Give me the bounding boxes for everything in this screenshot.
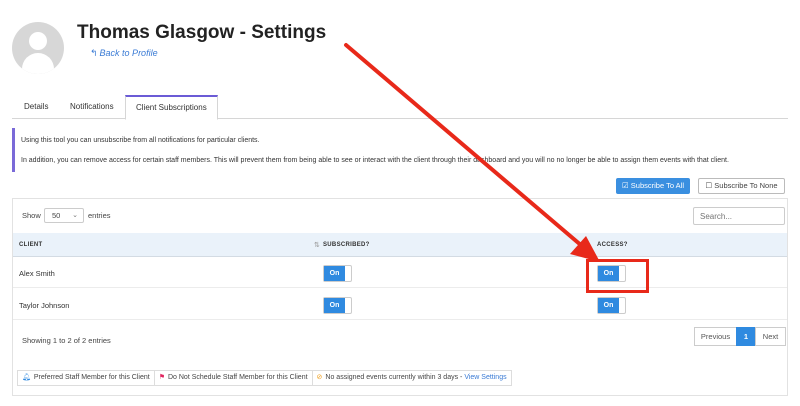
page-title: Thomas Glasgow - Settings [77, 22, 327, 43]
subscribe-to-all-button[interactable]: ☑ Subscribe To All [616, 178, 690, 194]
legend-do-not-schedule: ⚑ Do Not Schedule Staff Member for this C… [155, 371, 313, 385]
previous-page-button[interactable]: Previous [694, 327, 737, 346]
table-row: Alex Smith On On [13, 258, 787, 288]
table-row: Taylor Johnson On On [13, 290, 787, 320]
legend-no-events-label: No assigned events currently within 3 da… [325, 374, 465, 381]
avatar [12, 22, 64, 74]
client-name: Taylor Johnson [19, 301, 70, 310]
back-arrow-icon: ↰ [90, 48, 98, 58]
client-name: Alex Smith [19, 269, 55, 278]
column-client[interactable]: CLIENT [19, 242, 42, 248]
annotation-highlight-box [586, 259, 649, 293]
subscribe-to-all-label: Subscribe To All [630, 181, 685, 190]
entries-label: entries [88, 211, 111, 220]
tab-bar: Details Notifications Client Subscriptio… [12, 95, 788, 120]
subscribed-toggle[interactable]: On [323, 297, 352, 314]
page-1-button[interactable]: 1 [736, 327, 756, 346]
tab-client-subscriptions[interactable]: Client Subscriptions [125, 95, 218, 120]
back-to-profile-link[interactable]: ↰ Back to Profile [90, 48, 158, 59]
tab-details[interactable]: Details [24, 95, 48, 119]
subscribed-toggle[interactable]: On [323, 265, 352, 282]
next-page-button[interactable]: Next [755, 327, 786, 346]
bell-icon: 🔔︎ [22, 374, 31, 381]
legend-preferred: 🔔︎ Preferred Staff Member for this Client [18, 371, 155, 385]
back-to-profile-label: Back to Profile [99, 48, 158, 58]
view-settings-link[interactable]: View Settings [464, 374, 506, 381]
subscribe-to-none-label: Subscribe To None [714, 181, 778, 190]
avatar-head [29, 32, 47, 50]
search-input[interactable] [693, 207, 785, 225]
chevron-down-icon: ⌄ [72, 212, 78, 219]
info-box: Using this tool you can unsubscribe from… [12, 128, 788, 172]
avatar-body [22, 53, 54, 74]
tab-notifications[interactable]: Notifications [70, 95, 114, 119]
info-line-1: Using this tool you can unsubscribe from… [21, 137, 260, 144]
access-toggle[interactable]: On [597, 297, 626, 314]
checkbox-checked-icon: ☑ [621, 181, 629, 190]
legend-do-not-schedule-label: Do Not Schedule Staff Member for this Cl… [167, 374, 308, 381]
checkbox-empty-icon: ☐ [705, 181, 713, 190]
settings-page: Thomas Glasgow - Settings ↰ Back to Profi… [0, 0, 800, 406]
column-subscribed[interactable]: SUBSCRIBED? [323, 242, 370, 248]
flag-icon: ⚑ [158, 374, 165, 381]
sort-icon[interactable]: ⇅ [314, 241, 320, 249]
subscribed-toggle-state: On [324, 266, 345, 281]
warning-icon: ⊘ [316, 374, 323, 381]
show-label: Show [22, 211, 41, 220]
entries-select[interactable]: 50 ⌄ [44, 208, 84, 223]
legend-no-events: ⊘ No assigned events currently within 3 d… [313, 371, 511, 385]
subscribe-to-none-button[interactable]: ☐ Subscribe To None [698, 178, 785, 194]
legend-preferred-label: Preferred Staff Member for this Client [33, 374, 150, 381]
table-header: CLIENT ⇅ SUBSCRIBED? ACCESS? [13, 233, 787, 257]
showing-entries-text: Showing 1 to 2 of 2 entries [22, 336, 111, 345]
access-toggle-state: On [598, 298, 619, 313]
subscribed-toggle-state: On [324, 298, 345, 313]
column-access[interactable]: ACCESS? [597, 242, 628, 248]
info-line-2: In addition, you can remove access for c… [21, 157, 729, 164]
entries-select-value: 50 [52, 211, 61, 220]
legend-bar: 🔔︎ Preferred Staff Member for this Client… [17, 370, 512, 386]
